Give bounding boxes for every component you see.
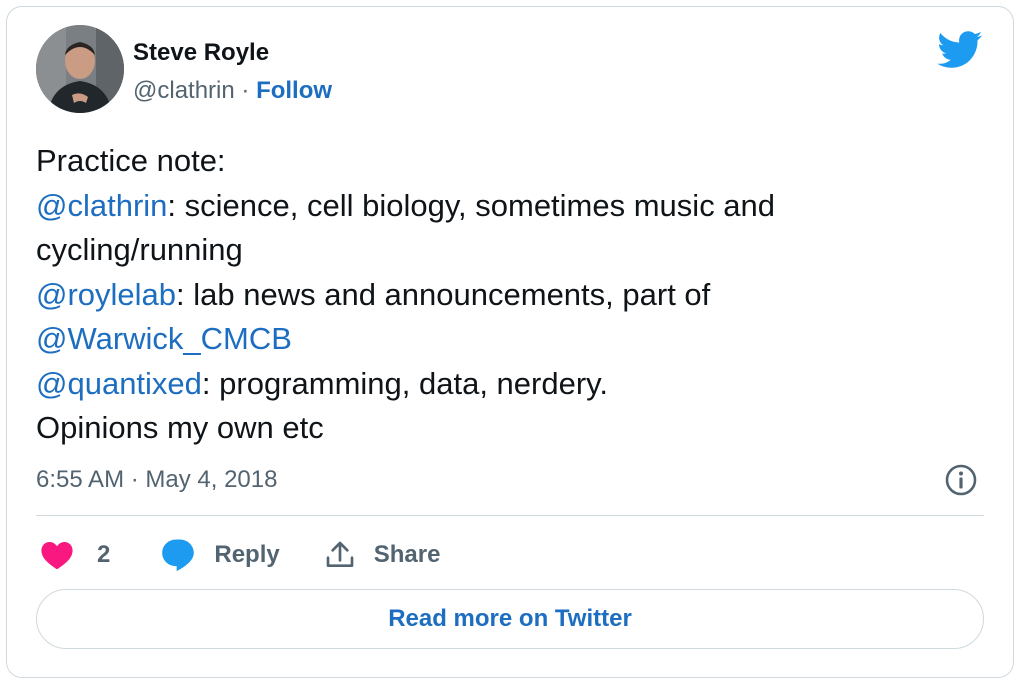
heart-icon: [41, 541, 73, 570]
tweet-line: @roylelab: lab news and announcements, p…: [36, 273, 976, 318]
share-button[interactable]: Share: [324, 539, 441, 571]
tweet-line: Practice note:: [36, 139, 976, 184]
tweet-text-segment: cycling/running: [36, 232, 243, 267]
tweet-line: Opinions my own etc: [36, 406, 976, 451]
tweet-text: Practice note: @clathrin: science, cell …: [36, 139, 976, 451]
tweet-text-segment: : lab news and announcements, part of: [176, 276, 711, 312]
action-bar: 2 Reply Share: [36, 537, 440, 573]
read-more-button[interactable]: Read more on Twitter: [36, 589, 984, 649]
handle-separator: ·: [234, 77, 257, 104]
tweet-text-segment: : science, cell biology, sometimes music…: [167, 187, 776, 223]
author-handle[interactable]: @clathrin: [133, 77, 235, 104]
reply-button[interactable]: Reply: [160, 538, 280, 572]
mention-link-warwick-cmcb[interactable]: @Warwick_CMCB: [36, 321, 292, 356]
avatar[interactable]: [36, 25, 124, 113]
avatar-photo: [36, 25, 124, 113]
tweet-card: Steve Royle @clathrin · Follow Practice …: [6, 6, 1014, 678]
tweet-text-segment: Opinions my own etc: [36, 410, 324, 445]
upload-icon: [326, 541, 354, 567]
reply-label: Reply: [214, 541, 280, 568]
divider: [36, 515, 984, 516]
author-name[interactable]: Steve Royle: [133, 39, 269, 67]
tweet-line: @clathrin: science, cell biology, someti…: [36, 184, 976, 229]
tweet-line: @Warwick_CMCB: [36, 317, 976, 362]
like-count: 2: [97, 541, 111, 568]
mention-link-roylelab[interactable]: @roylelab: [36, 277, 176, 312]
tweet-text-segment: : programming, data, nerdery.: [201, 365, 608, 401]
tweet-timestamp[interactable]: 6:55 AM · May 4, 2018: [36, 466, 277, 494]
tweet-text-segment: Practice note:: [36, 143, 226, 178]
author-handle-row: @clathrin · Follow: [133, 77, 332, 105]
like-button[interactable]: 2: [40, 540, 110, 570]
speech-bubble-icon: [162, 539, 195, 572]
tweet-line: @quantixed: programming, data, nerdery.: [36, 362, 976, 407]
info-icon[interactable]: [944, 463, 978, 497]
twitter-bird-icon[interactable]: [937, 31, 983, 69]
tweet-line: cycling/running: [36, 228, 976, 273]
mention-link-clathrin[interactable]: @clathrin: [36, 188, 167, 223]
mention-link-quantixed[interactable]: @quantixed: [36, 366, 202, 401]
share-label: Share: [373, 541, 441, 568]
follow-link[interactable]: Follow: [256, 77, 332, 104]
